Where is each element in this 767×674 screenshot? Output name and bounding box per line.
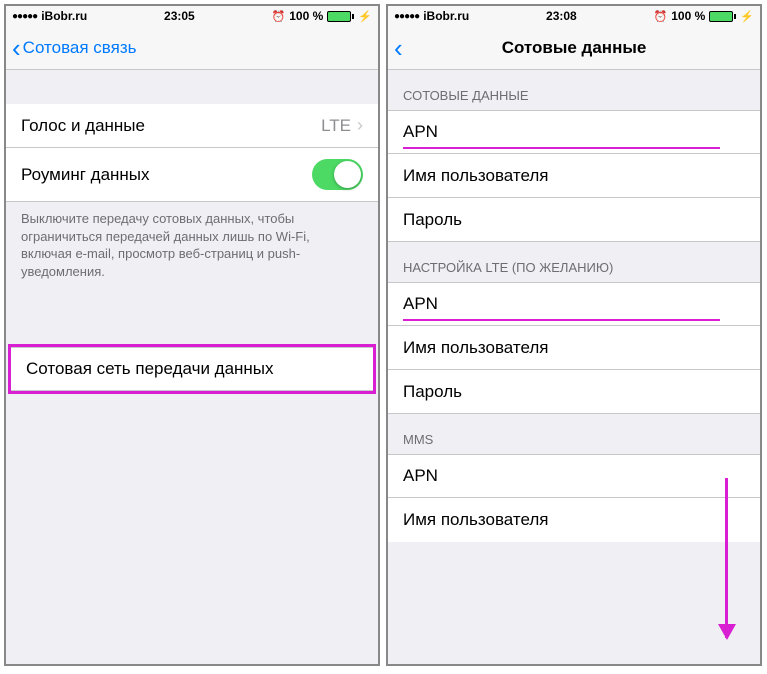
section-header-mms: MMS — [388, 414, 760, 454]
password-cell-2[interactable]: Пароль — [388, 370, 760, 414]
username-cell-1[interactable]: Имя пользователя — [388, 154, 760, 198]
username-label: Имя пользователя — [403, 338, 549, 358]
username-label: Имя пользователя — [403, 510, 549, 530]
battery-percent: 100 % — [671, 9, 705, 23]
back-button[interactable]: ‹ — [388, 35, 403, 61]
battery-percent: 100 % — [289, 9, 323, 23]
navbar: ‹ Сотовые данные — [388, 26, 760, 70]
arrow-annotation — [725, 478, 728, 638]
carrier-label: iBobr.ru — [423, 9, 469, 23]
highlight-annotation: Сотовая сеть передачи данных — [8, 344, 376, 394]
status-time: 23:05 — [164, 9, 195, 23]
chevron-left-icon: ‹ — [394, 35, 403, 61]
cellular-network-label: Сотовая сеть передачи данных — [26, 359, 274, 379]
charging-icon: ⚡ — [358, 10, 372, 23]
voice-data-cell[interactable]: Голос и данные LTE › — [6, 104, 378, 148]
signal-dots-icon: ●●●●● — [394, 11, 419, 22]
back-button[interactable]: ‹ Сотовая связь — [6, 35, 137, 61]
back-label: Сотовая связь — [23, 38, 137, 58]
status-time: 23:08 — [546, 9, 577, 23]
chevron-right-icon: › — [357, 115, 363, 136]
apn-label: APN — [403, 122, 438, 142]
content: Голос и данные LTE › Роуминг данных Выкл… — [6, 70, 378, 664]
footer-text: Выключите передачу сотовых данных, чтобы… — [6, 202, 378, 288]
charging-icon: ⚡ — [740, 10, 754, 23]
roaming-toggle[interactable] — [312, 159, 363, 190]
phone-right: ●●●●● iBobr.ru 23:08 ⏰ 100 % ⚡ ‹ Сотовые… — [386, 4, 762, 666]
password-cell-1[interactable]: Пароль — [388, 198, 760, 242]
signal-dots-icon: ●●●●● — [12, 11, 37, 22]
status-bar: ●●●●● iBobr.ru 23:08 ⏰ 100 % ⚡ — [388, 6, 760, 26]
alarm-icon: ⏰ — [654, 10, 668, 23]
voice-data-label: Голос и данные — [21, 116, 145, 136]
content: СОТОВЫЕ ДАННЫЕ APN Имя пользователя Паро… — [388, 70, 760, 664]
nav-title: Сотовые данные — [388, 38, 760, 58]
username-cell-2[interactable]: Имя пользователя — [388, 326, 760, 370]
alarm-icon: ⏰ — [272, 10, 286, 23]
voice-data-value: LTE — [321, 116, 351, 136]
apn-cell-3[interactable]: APN — [388, 454, 760, 498]
apn-cell-1[interactable]: APN — [388, 110, 760, 154]
roaming-label: Роуминг данных — [21, 165, 150, 185]
password-label: Пароль — [403, 210, 462, 230]
username-label: Имя пользователя — [403, 166, 549, 186]
phone-left: ●●●●● iBobr.ru 23:05 ⏰ 100 % ⚡ ‹ Сотовая… — [4, 4, 380, 666]
carrier-label: iBobr.ru — [41, 9, 87, 23]
apn-label: APN — [403, 294, 438, 314]
password-label: Пароль — [403, 382, 462, 402]
username-cell-3[interactable]: Имя пользователя — [388, 498, 760, 542]
section-header-cellular: СОТОВЫЕ ДАННЫЕ — [388, 70, 760, 110]
navbar: ‹ Сотовая связь — [6, 26, 378, 70]
apn-label: APN — [403, 466, 438, 486]
status-bar: ●●●●● iBobr.ru 23:05 ⏰ 100 % ⚡ — [6, 6, 378, 26]
section-header-lte: НАСТРОЙКА LTE (ПО ЖЕЛАНИЮ) — [388, 242, 760, 282]
apn-cell-2[interactable]: APN — [388, 282, 760, 326]
roaming-cell[interactable]: Роуминг данных — [6, 148, 378, 202]
chevron-left-icon: ‹ — [12, 35, 21, 61]
battery-icon — [709, 11, 736, 22]
cellular-network-cell[interactable]: Сотовая сеть передачи данных — [11, 347, 373, 391]
battery-icon — [327, 11, 354, 22]
